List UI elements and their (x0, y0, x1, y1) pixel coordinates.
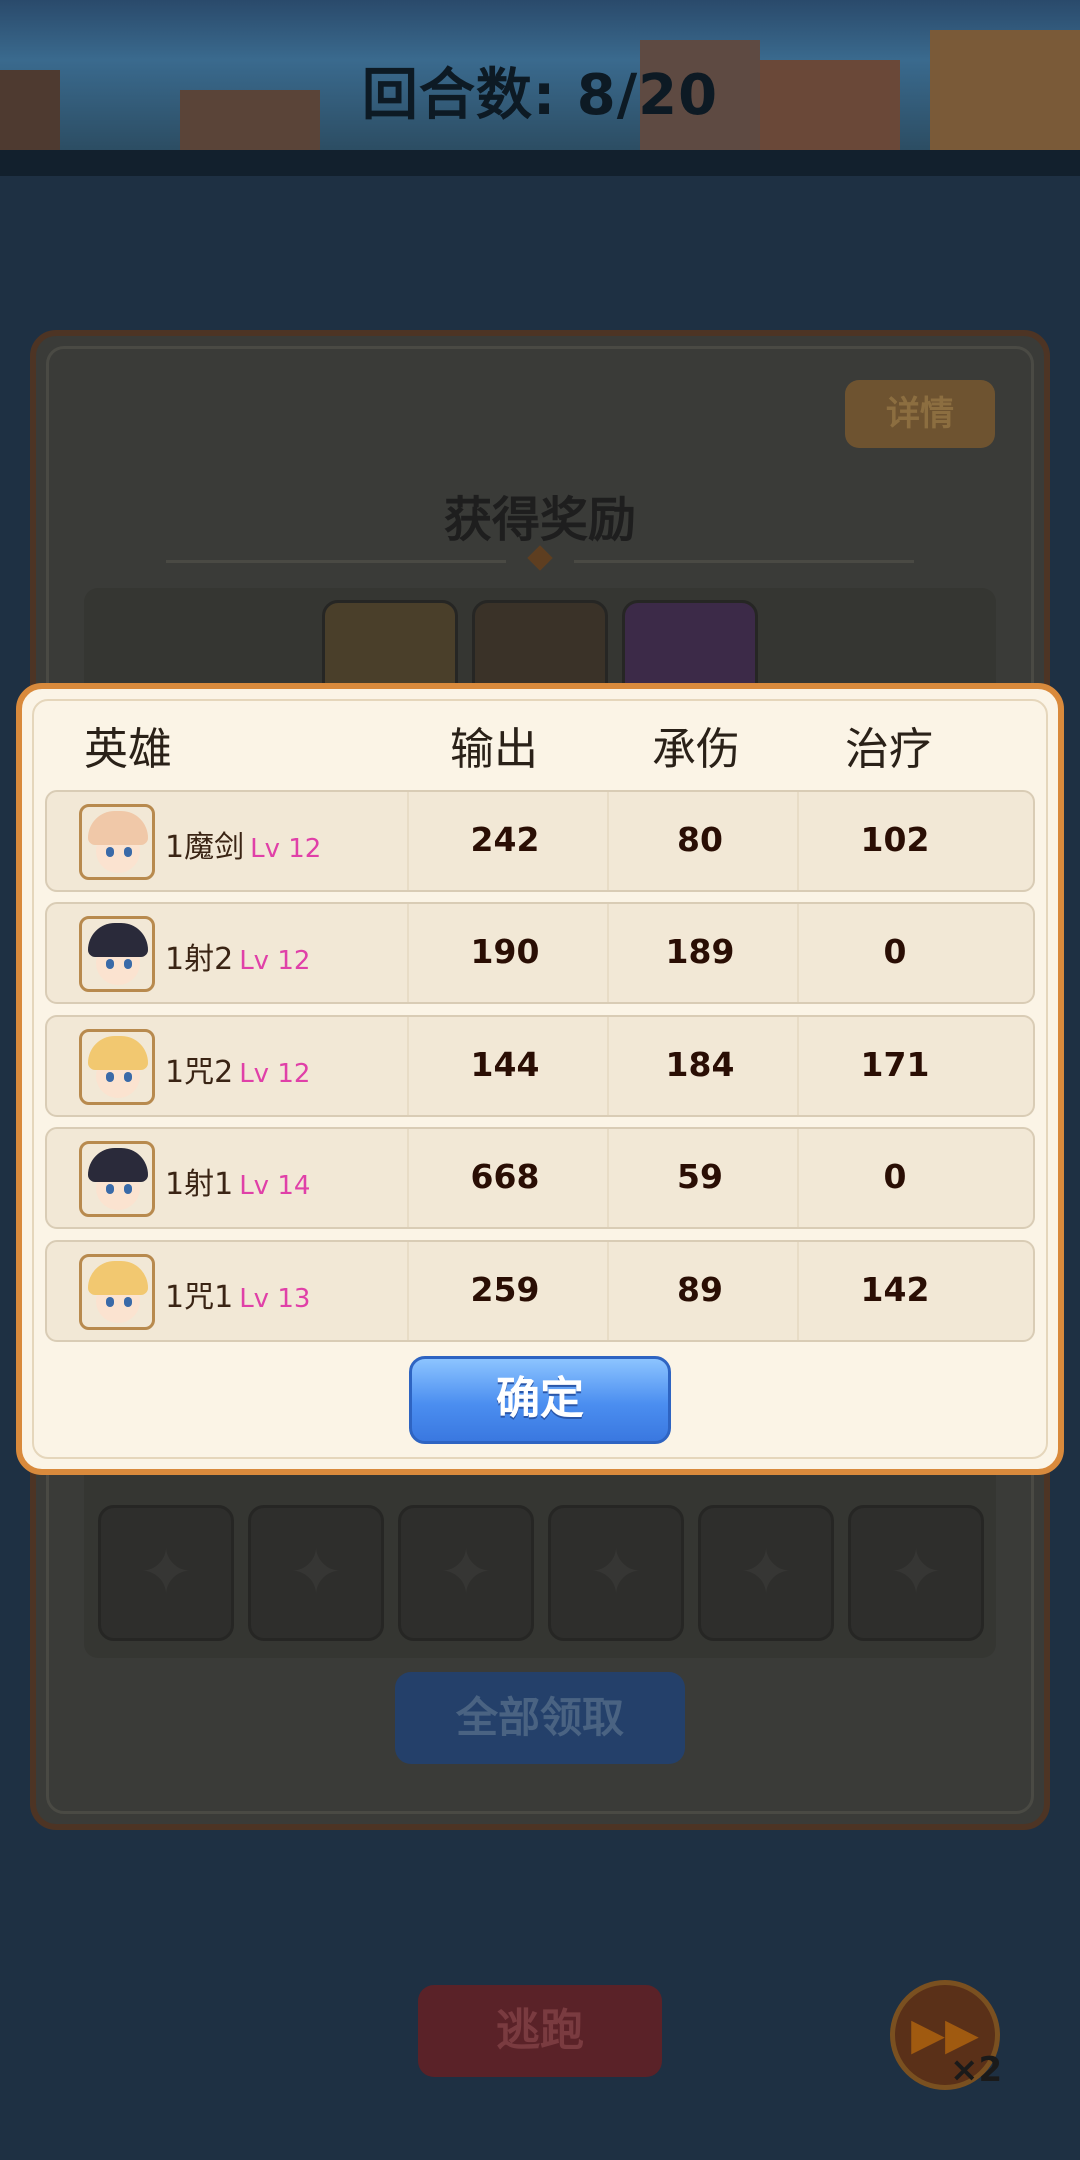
row-divider (607, 904, 609, 1002)
hero-avatar[interactable] (79, 1141, 155, 1217)
hero-row: 1射1 Lv 14 668 59 0 (45, 1127, 1035, 1229)
stat-damage-taken: 189 (665, 932, 735, 971)
hero-row: 1咒2 Lv 12 144 184 171 (45, 1015, 1035, 1117)
escape-button[interactable]: 逃跑 (418, 1985, 662, 2077)
row-divider (407, 1129, 409, 1227)
hero-level: Lv 12 (239, 1059, 311, 1089)
row-divider (607, 1017, 609, 1115)
row-divider (607, 1242, 609, 1340)
row-divider (797, 904, 799, 1002)
hero-level: Lv 14 (239, 1171, 311, 1201)
star-icon: ✦ (739, 1536, 793, 1610)
title-divider-right (574, 560, 914, 563)
hero-row: 1咒1 Lv 13 259 89 142 (45, 1240, 1035, 1342)
round-counter: 回合数: 8/20 (361, 63, 719, 128)
row-divider (797, 1129, 799, 1227)
claim-all-button[interactable]: 全部领取 (395, 1672, 685, 1764)
confirm-button[interactable]: 确定 (409, 1356, 671, 1444)
stat-healing: 0 (883, 1157, 907, 1196)
empty-slot: ✦ (398, 1505, 534, 1641)
star-icon: ✦ (289, 1536, 343, 1610)
stat-damage-taken: 89 (677, 1270, 723, 1309)
column-header-output: 输出 (450, 724, 538, 775)
hero-level: Lv 12 (250, 834, 322, 864)
column-header-damage-taken: 承伤 (652, 724, 740, 775)
stat-damage-taken: 184 (665, 1045, 735, 1084)
empty-slot: ✦ (248, 1505, 384, 1641)
column-header-hero: 英雄 (84, 724, 172, 775)
row-divider (797, 792, 799, 890)
star-icon: ✦ (439, 1536, 493, 1610)
hero-name: 1咒2 Lv 12 (165, 1055, 311, 1090)
stat-output: 259 (470, 1270, 540, 1309)
stat-output: 190 (470, 932, 540, 971)
stat-healing: 0 (883, 932, 907, 971)
hero-name: 1魔剑 Lv 12 (165, 830, 322, 865)
hero-avatar[interactable] (79, 1254, 155, 1330)
empty-slot: ✦ (698, 1505, 834, 1641)
hero-row: 1魔剑 Lv 12 242 80 102 (45, 790, 1035, 892)
empty-slot: ✦ (98, 1505, 234, 1641)
reward-title: 获得奖励 (443, 492, 636, 548)
hero-name: 1射2 Lv 12 (165, 942, 311, 977)
stat-healing: 171 (860, 1045, 930, 1084)
empty-slot: ✦ (848, 1505, 984, 1641)
row-divider (407, 792, 409, 890)
star-icon: ✦ (139, 1536, 193, 1610)
stat-healing: 102 (860, 820, 930, 859)
stat-output: 242 (470, 820, 540, 859)
hero-avatar[interactable] (79, 804, 155, 880)
title-divider-left (166, 560, 506, 563)
star-icon: ✦ (889, 1536, 943, 1610)
stat-damage-taken: 80 (677, 820, 723, 859)
hero-name: 1射1 Lv 14 (165, 1167, 311, 1202)
hero-avatar[interactable] (79, 1029, 155, 1105)
speed-multiplier: ×2 (950, 2050, 1003, 2090)
hero-level: Lv 13 (239, 1284, 311, 1314)
empty-slot: ✦ (548, 1505, 684, 1641)
hero-row: 1射2 Lv 12 190 189 0 (45, 902, 1035, 1004)
stat-output: 668 (470, 1157, 540, 1196)
stat-damage-taken: 59 (677, 1157, 723, 1196)
hero-name: 1咒1 Lv 13 (165, 1280, 311, 1315)
stat-healing: 142 (860, 1270, 930, 1309)
row-divider (407, 1017, 409, 1115)
row-divider (607, 1129, 609, 1227)
header-divider (0, 150, 1080, 176)
row-divider (407, 904, 409, 1002)
row-divider (407, 1242, 409, 1340)
row-divider (797, 1017, 799, 1115)
row-divider (607, 792, 609, 890)
stat-output: 144 (470, 1045, 540, 1084)
row-divider (797, 1242, 799, 1340)
hero-level: Lv 12 (239, 946, 311, 976)
star-icon: ✦ (589, 1536, 643, 1610)
detail-button[interactable]: 详情 (845, 380, 995, 448)
hero-avatar[interactable] (79, 916, 155, 992)
column-header-healing: 治疗 (845, 724, 933, 775)
